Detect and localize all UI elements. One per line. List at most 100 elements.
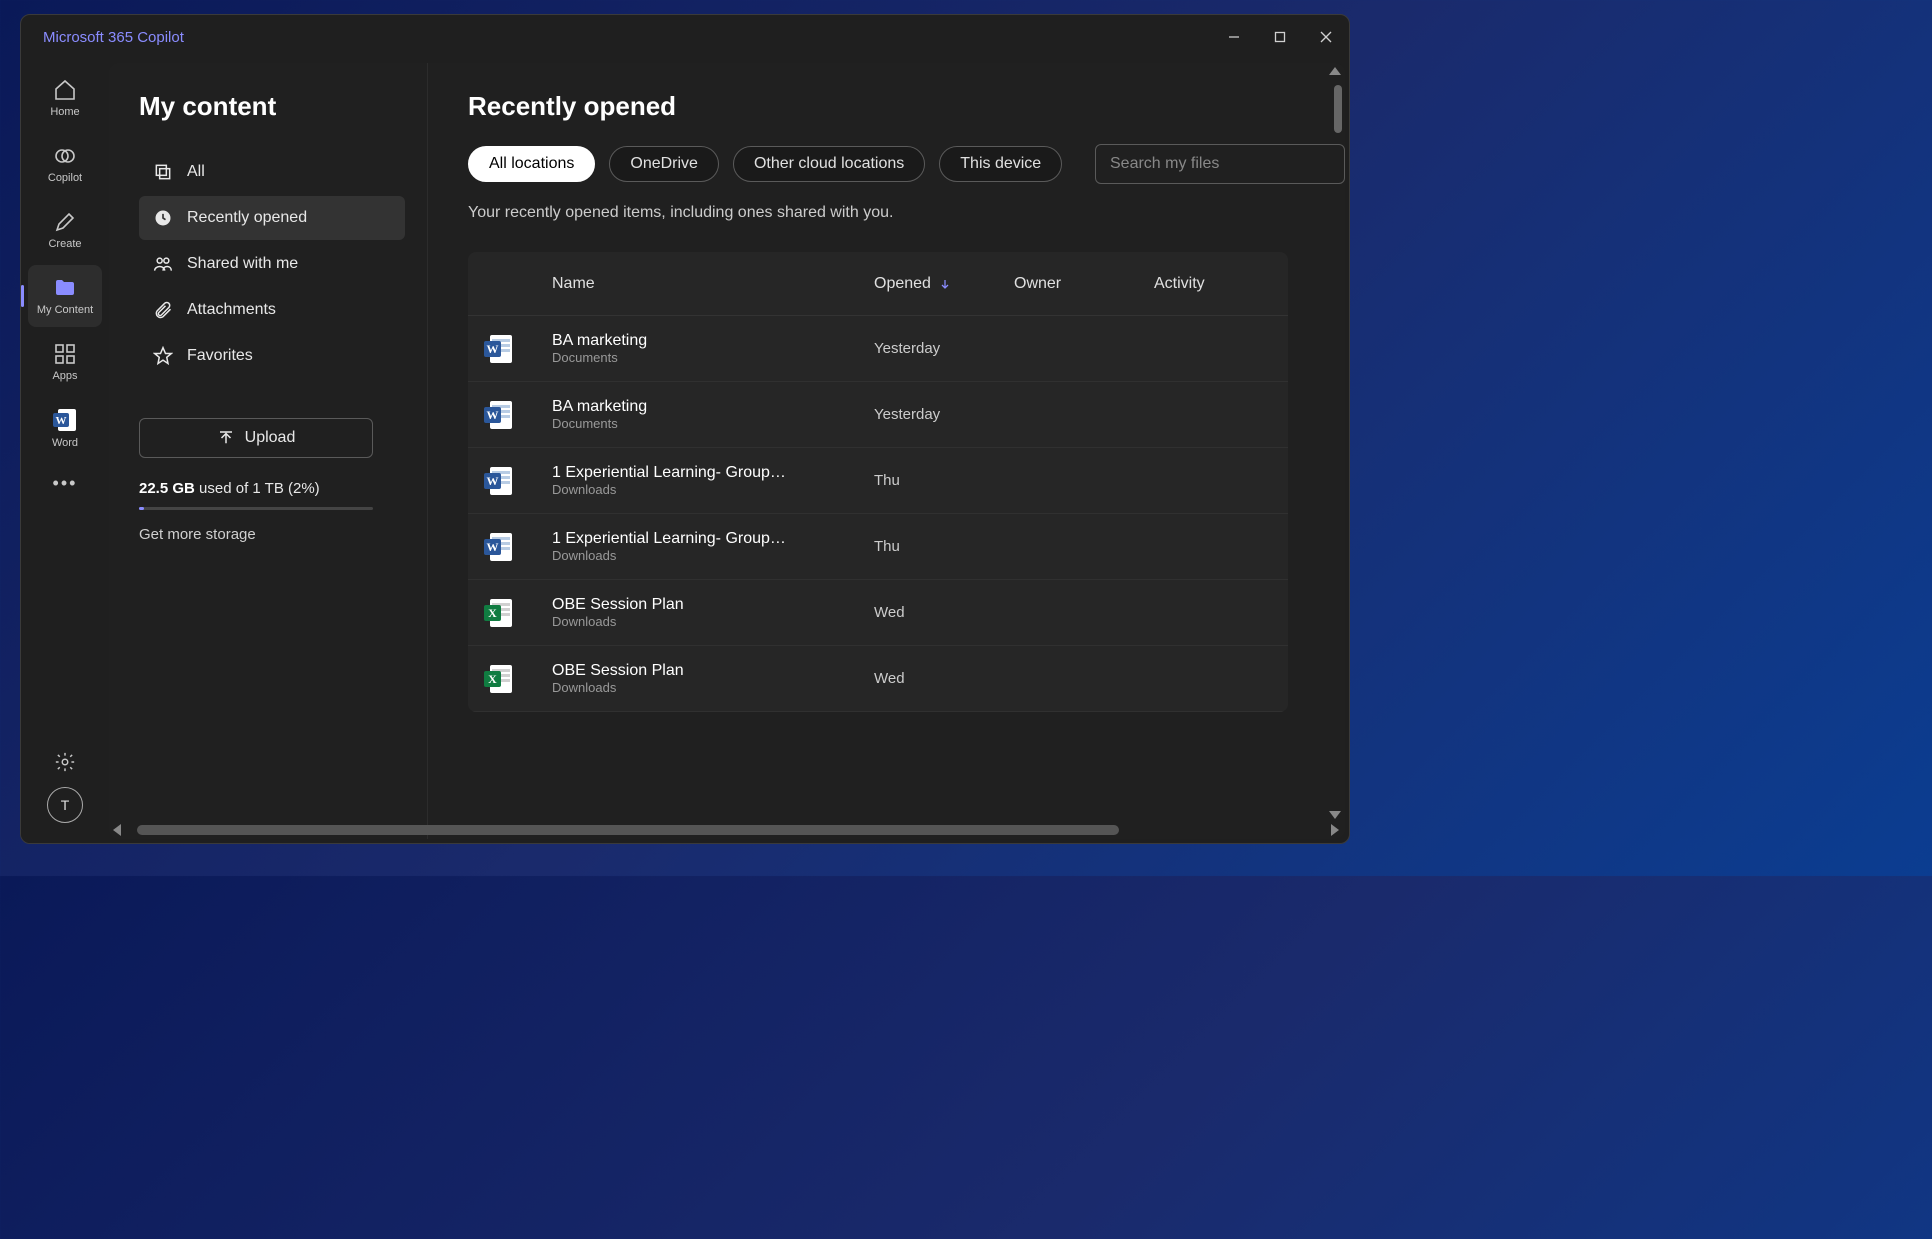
file-location: Downloads — [552, 548, 874, 563]
table-row[interactable]: W BA marketingDocumentsYesterday — [468, 316, 1288, 382]
table-header: Name Opened Owner Activity — [468, 252, 1288, 316]
scroll-left-arrow[interactable] — [113, 824, 121, 836]
files-table: Name Opened Owner Activity W BA marketing… — [468, 252, 1288, 712]
storage-info: 22.5 GB used of 1 TB (2%) — [139, 480, 373, 510]
word-file-icon: W — [482, 465, 514, 497]
scroll-right-arrow[interactable] — [1331, 824, 1339, 836]
nav-label: All — [187, 163, 205, 181]
nav-item-favorites[interactable]: Favorites — [139, 334, 405, 378]
get-more-storage-link[interactable]: Get more storage — [139, 526, 405, 543]
filter-this-device[interactable]: This device — [939, 146, 1062, 182]
rail-item-mycontent[interactable]: My Content — [28, 265, 102, 327]
table-row[interactable]: W 1 Experiential Learning- Group…Download… — [468, 514, 1288, 580]
table-row[interactable]: XOBE Session PlanDownloadsWed — [468, 646, 1288, 712]
rail-item-copilot[interactable]: Copilot — [28, 133, 102, 195]
rail-item-word[interactable]: W Word — [28, 397, 102, 459]
content-nav: All Recently opened Shared with me Attac… — [139, 150, 405, 378]
rail-item-apps[interactable]: Apps — [28, 331, 102, 393]
ellipsis-icon: ••• — [53, 473, 78, 494]
filter-row: All locations OneDrive Other cloud locat… — [468, 144, 1345, 184]
window-controls — [1211, 15, 1349, 59]
nav-rail: Home Copilot Create My Content — [21, 59, 109, 843]
rail-label: Home — [50, 106, 79, 118]
horizontal-scrollbar-thumb[interactable] — [137, 825, 1119, 835]
word-app-icon: W — [52, 407, 78, 433]
file-name-block: BA marketingDocuments — [552, 398, 874, 431]
filter-all-locations[interactable]: All locations — [468, 146, 595, 182]
side-panel-title: My content — [139, 91, 405, 122]
upload-button[interactable]: Upload — [139, 418, 373, 458]
word-file-icon: W — [482, 333, 514, 365]
storage-progress-fill — [139, 507, 144, 510]
apps-icon — [53, 342, 77, 366]
table-row[interactable]: X OBE Session PlanDownloadsWed — [468, 580, 1288, 646]
account-avatar[interactable]: T — [47, 787, 83, 823]
word-file-icon: W — [482, 531, 514, 563]
file-name-block: BA marketingDocuments — [552, 332, 874, 365]
upload-icon — [217, 429, 235, 447]
people-icon — [153, 254, 173, 274]
table-row[interactable]: W BA marketingDocumentsYesterday — [468, 382, 1288, 448]
svg-text:X: X — [488, 672, 497, 686]
main-title: Recently opened — [468, 91, 1345, 122]
nav-label: Recently opened — [187, 209, 307, 227]
table-row[interactable]: W 1 Experiential Learning- Group…Download… — [468, 448, 1288, 514]
file-opened: Thu — [874, 538, 1014, 555]
filter-other-cloud[interactable]: Other cloud locations — [733, 146, 925, 182]
file-location: Documents — [552, 416, 874, 431]
file-location: Documents — [552, 350, 874, 365]
file-opened: Yesterday — [874, 406, 1014, 423]
pencil-icon — [53, 210, 77, 234]
col-owner[interactable]: Owner — [1014, 275, 1154, 293]
svg-text:W: W — [487, 540, 499, 554]
col-name[interactable]: Name — [552, 275, 874, 293]
horizontal-scrollbar[interactable] — [113, 823, 1339, 837]
search-input[interactable] — [1095, 144, 1345, 184]
app-window: Microsoft 365 Copilot Home — [20, 14, 1350, 844]
col-activity[interactable]: Activity — [1154, 275, 1274, 293]
file-name: 1 Experiential Learning- Group… — [552, 530, 792, 548]
nav-item-all[interactable]: All — [139, 150, 405, 194]
nav-item-recent[interactable]: Recently opened — [139, 196, 405, 240]
avatar-initial: T — [61, 797, 70, 813]
vertical-scrollbar-thumb[interactable] — [1334, 85, 1342, 133]
scroll-up-arrow[interactable] — [1329, 67, 1341, 75]
nav-item-attachments[interactable]: Attachments — [139, 288, 405, 332]
file-name-block: 1 Experiential Learning- Group…Downloads — [552, 464, 874, 497]
filter-onedrive[interactable]: OneDrive — [609, 146, 719, 182]
settings-button[interactable] — [54, 751, 76, 773]
sort-descending-icon — [939, 278, 951, 290]
file-location: Downloads — [552, 482, 874, 497]
file-name-block: OBE Session PlanDownloads — [552, 596, 874, 629]
svg-text:W: W — [56, 415, 67, 427]
paperclip-icon — [153, 300, 173, 320]
nav-item-shared[interactable]: Shared with me — [139, 242, 405, 286]
gear-icon — [54, 751, 76, 773]
svg-text:W: W — [487, 408, 499, 422]
file-opened: Thu — [874, 472, 1014, 489]
minimize-button[interactable] — [1211, 15, 1257, 59]
rail-item-create[interactable]: Create — [28, 199, 102, 261]
close-button[interactable] — [1303, 15, 1349, 59]
file-name-block: OBE Session PlanDownloads — [552, 662, 874, 695]
scroll-down-arrow[interactable] — [1329, 811, 1341, 819]
rail-item-home[interactable]: Home — [28, 67, 102, 129]
nav-label: Attachments — [187, 301, 276, 319]
excel-file-icon: X — [482, 597, 514, 629]
storage-progress — [139, 507, 373, 510]
svg-text:W: W — [487, 342, 499, 356]
copilot-icon — [53, 144, 77, 168]
folder-icon — [53, 276, 77, 300]
file-opened: Yesterday — [874, 340, 1014, 357]
rail-label: Word — [52, 437, 78, 449]
rail-label: Create — [48, 238, 81, 250]
maximize-button[interactable] — [1257, 15, 1303, 59]
side-panel: My content All Recently opened Shared wi… — [109, 63, 427, 839]
col-opened[interactable]: Opened — [874, 275, 1014, 293]
storage-used: 22.5 GB — [139, 480, 195, 497]
file-name: 1 Experiential Learning- Group… — [552, 464, 792, 482]
scroll-track[interactable] — [127, 825, 1325, 835]
rail-item-more[interactable]: ••• — [28, 463, 102, 503]
file-opened: Wed — [874, 604, 1014, 621]
clock-icon — [153, 208, 173, 228]
